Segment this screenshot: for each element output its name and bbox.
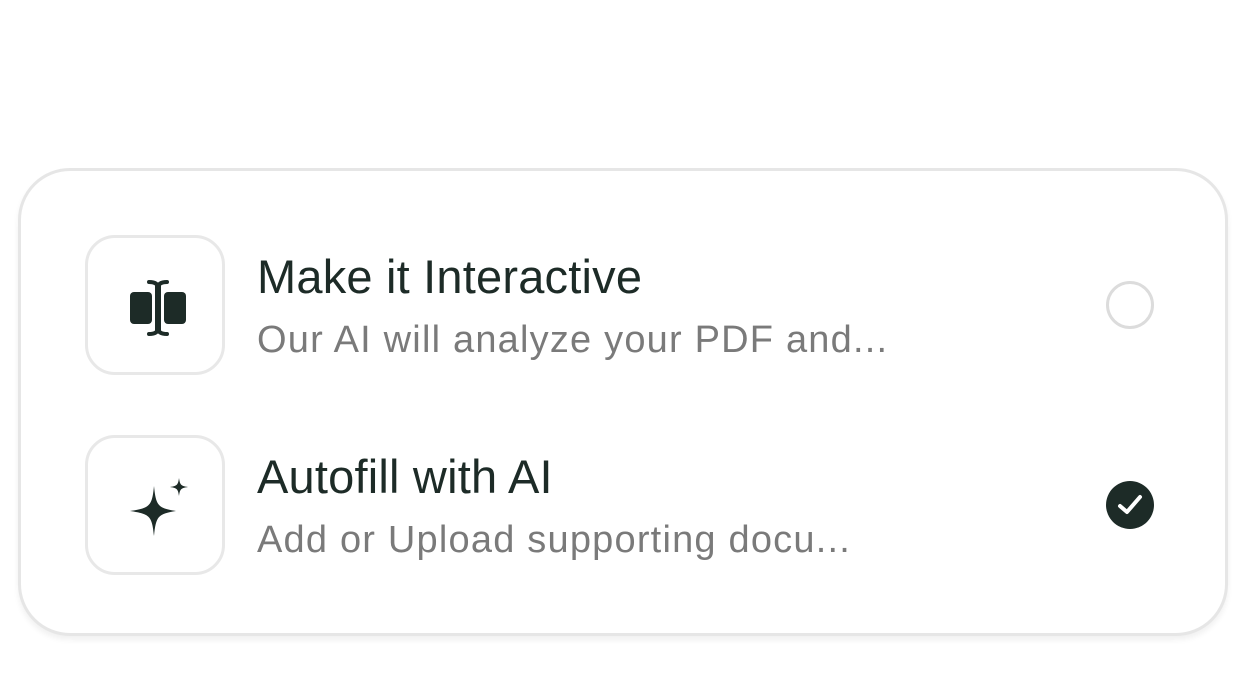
option-description: Our AI will analyze your PDF and...: [257, 319, 889, 361]
option-icon-box: [85, 435, 225, 575]
options-card: Make it Interactive Our AI will analyze …: [18, 168, 1228, 636]
option-icon-box: [85, 235, 225, 375]
check-icon: [1118, 495, 1142, 514]
option-title: Autofill with AI: [257, 450, 553, 503]
text-cursor-input-icon: [130, 280, 186, 336]
option-make-interactive[interactable]: Make it Interactive Our AI will analyze …: [85, 235, 1165, 375]
radio-button-checked[interactable]: [1106, 481, 1154, 529]
option-title: Make it Interactive: [257, 250, 643, 303]
sparkles-icon: [130, 478, 188, 536]
radio-button-unchecked[interactable]: [1106, 281, 1154, 329]
option-autofill-ai[interactable]: Autofill with AI Add or Upload supportin…: [85, 435, 1165, 575]
option-description: Add or Upload supporting docu...: [257, 519, 851, 561]
